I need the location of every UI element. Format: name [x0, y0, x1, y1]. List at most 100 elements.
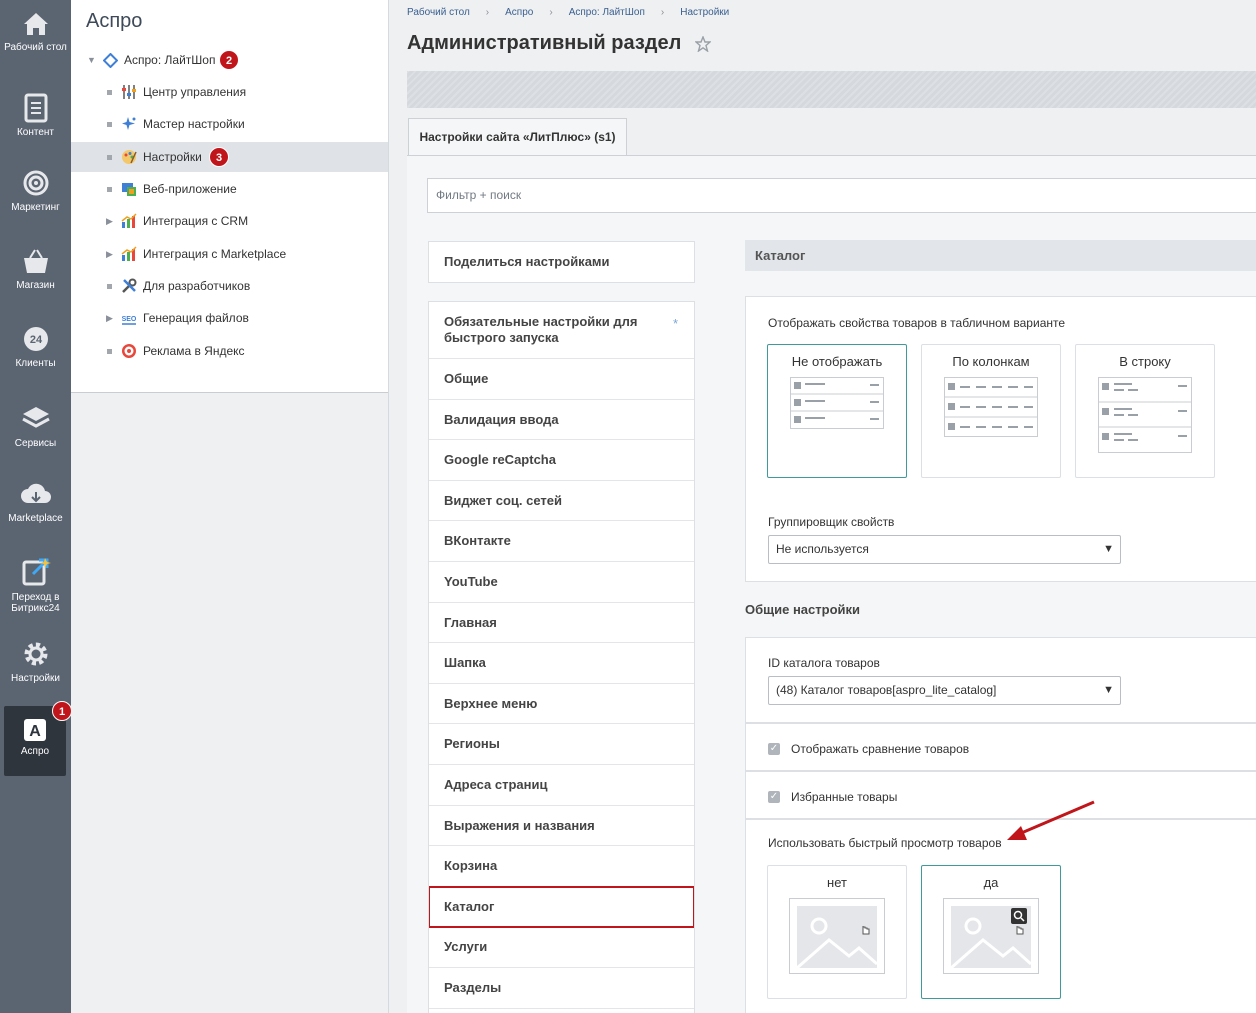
annotation-arrow-icon — [1007, 800, 1095, 840]
nav-marketplace[interactable]: Marketplace — [0, 481, 71, 524]
bullet-icon — [107, 349, 112, 354]
option-props-hide[interactable]: Не отображать — [767, 344, 907, 478]
aspro-logo-icon — [103, 53, 118, 68]
catalog-section: Каталог — [745, 240, 1256, 271]
required-mark: * — [672, 316, 678, 331]
tree-item-web-app[interactable]: Веб-приложение — [71, 174, 388, 204]
palette-icon — [122, 150, 137, 164]
step-badge-3: 3 — [209, 147, 229, 167]
chevron-right-icon[interactable]: ▶ — [106, 239, 113, 269]
general-section: Общие настройки — [745, 602, 1256, 617]
nav-marketing[interactable]: Маркетинг — [0, 168, 71, 213]
breadcrumb-link[interactable]: Аспро — [505, 7, 533, 18]
option-quickview-no[interactable]: нет — [767, 865, 907, 999]
table-columns-preview-icon — [944, 377, 1038, 437]
menu-item-page-urls[interactable]: Адреса страниц — [429, 765, 694, 806]
menu-item-header[interactable]: Шапка — [429, 643, 694, 684]
tree-item-file-generation[interactable]: ▶ SEO Генерация файлов — [71, 303, 388, 333]
sliders-icon — [122, 85, 136, 99]
tree-item-marketplace[interactable]: ▶ Интеграция с Marketplace — [71, 239, 388, 269]
menu-item-services[interactable]: Услуги — [429, 927, 694, 968]
tree-item-developers[interactable]: Для разработчиков — [71, 271, 388, 301]
quickview-label: Использовать быстрый просмотр товаров — [768, 836, 1002, 850]
menu-item-sections[interactable]: Разделы — [429, 968, 694, 1009]
menu-item-top-menu[interactable]: Верхнее меню — [429, 684, 694, 725]
favorites-checkbox[interactable]: ✓ — [768, 791, 780, 803]
tree-item-control-center[interactable]: Центр управления — [71, 77, 388, 107]
menu-item-main[interactable]: Главная — [429, 603, 694, 644]
tree-item-setup-wizard[interactable]: Мастер настройки — [71, 109, 388, 139]
image-zoom-preview-icon — [943, 898, 1039, 974]
chevron-down-icon: ▼ — [1103, 684, 1114, 696]
nav-services[interactable]: Сервисы — [0, 404, 71, 449]
gear-icon — [24, 642, 47, 666]
tools-icon — [122, 278, 137, 293]
menu-item-vkontakte[interactable]: ВКонтакте — [429, 521, 694, 562]
quickview-box: Использовать быстрый просмотр товаров не… — [745, 819, 1256, 1013]
nav-clients[interactable]: 24 Клиенты — [0, 324, 71, 369]
bullet-icon — [107, 187, 112, 192]
menu-item-basket[interactable]: Корзина — [429, 846, 694, 887]
step-badge-2: 2 — [219, 50, 239, 70]
clients-24-icon: 24 — [23, 327, 48, 351]
bullet-icon — [107, 90, 112, 95]
breadcrumb-link[interactable]: Аспро: ЛайтШоп — [569, 7, 645, 18]
catalog-heading: Каталог — [745, 240, 1256, 271]
nav-bitrix24[interactable]: Переход в Битрикс24 — [0, 556, 71, 614]
tab-site-settings[interactable]: Настройки сайта «ЛитПлюс» (s1) — [408, 118, 627, 156]
breadcrumb-separator: › — [660, 7, 665, 18]
menu-item-validation[interactable]: Валидация ввода — [429, 400, 694, 441]
tree-menu: Аспро ▼ Аспро: ЛайтШоп 2 Центр управлени… — [71, 0, 388, 393]
menu-item-required[interactable]: Обязательные настройки для быстрого запу… — [429, 302, 694, 359]
bullet-icon — [107, 284, 112, 289]
layers-icon — [21, 407, 50, 428]
favorite-star-icon[interactable] — [695, 36, 711, 52]
chevron-down-icon[interactable]: ▼ — [87, 45, 96, 75]
tree-title: Аспро — [86, 10, 143, 32]
page-title: Административный раздел — [407, 32, 682, 54]
nav-shop[interactable]: Магазин — [0, 246, 71, 291]
menu-item-youtube[interactable]: YouTube — [429, 562, 694, 603]
breadcrumb-separator: › — [485, 7, 490, 18]
catalog-id-label: ID каталога товаров — [768, 656, 880, 670]
catalog-id-box: ID каталога товаров (48) Каталог товаров… — [745, 637, 1256, 723]
compare-row: ✓ Отображать сравнение товаров — [745, 723, 1256, 771]
left-icon-bar: Рабочий стол Контент Маркетинг Магазин 2… — [0, 0, 72, 1013]
props-display-label: Отображать свойства товаров в табличном … — [768, 316, 1066, 330]
menu-item-catalog[interactable]: Каталог — [429, 885, 694, 929]
compare-checkbox[interactable]: ✓ — [768, 743, 780, 755]
chevron-down-icon: ▼ — [1103, 543, 1114, 555]
tree-root-aspro-liteshop[interactable]: ▼ Аспро: ЛайтШоп 2 — [71, 45, 388, 75]
menu-item-recaptcha[interactable]: Google reCaptcha — [429, 440, 694, 481]
option-props-row[interactable]: В строку — [1075, 344, 1215, 478]
step-badge-1: 1 — [52, 701, 72, 721]
option-quickview-yes[interactable]: да — [921, 865, 1061, 999]
menu-item-social-widget[interactable]: Виджет соц. сетей — [429, 481, 694, 522]
chart-icon — [121, 213, 137, 228]
svg-text:24: 24 — [29, 334, 42, 346]
chevron-right-icon[interactable]: ▶ — [106, 206, 113, 236]
menu-item-regions[interactable]: Регионы — [429, 724, 694, 765]
general-heading: Общие настройки — [745, 602, 860, 617]
nav-desktop[interactable]: Рабочий стол — [0, 10, 71, 53]
nav-content[interactable]: Контент — [0, 93, 71, 138]
tree-item-yandex-ads[interactable]: Реклама в Яндекс — [71, 336, 388, 366]
menu-item-phrases[interactable]: Выражения и названия — [429, 806, 694, 847]
grouper-select[interactable]: Не используется ▼ — [768, 535, 1121, 564]
catalog-id-select[interactable]: (48) Каталог товаров[aspro_lite_catalog]… — [768, 676, 1121, 705]
share-settings-button[interactable]: Поделиться настройками — [428, 241, 695, 283]
chevron-right-icon[interactable]: ▶ — [106, 303, 113, 333]
svg-text:SEO: SEO — [122, 316, 137, 323]
bullet-icon — [107, 122, 112, 127]
breadcrumb-link[interactable]: Рабочий стол — [407, 7, 470, 18]
nav-settings[interactable]: Настройки — [0, 639, 71, 684]
breadcrumb-link[interactable]: Настройки — [680, 7, 729, 18]
tree-item-settings[interactable]: Настройки 3 — [71, 142, 388, 172]
tree-item-crm[interactable]: ▶ Интеграция с CRM — [71, 206, 388, 236]
menu-item-general[interactable]: Общие — [429, 359, 694, 400]
option-props-columns[interactable]: По колонкам — [921, 344, 1061, 478]
target-icon — [23, 170, 48, 196]
image-placeholder-icon — [789, 898, 885, 974]
tree-root-label: Аспро: ЛайтШоп — [124, 53, 216, 67]
filter-search-input[interactable]: Фильтр + поиск — [427, 178, 1256, 213]
